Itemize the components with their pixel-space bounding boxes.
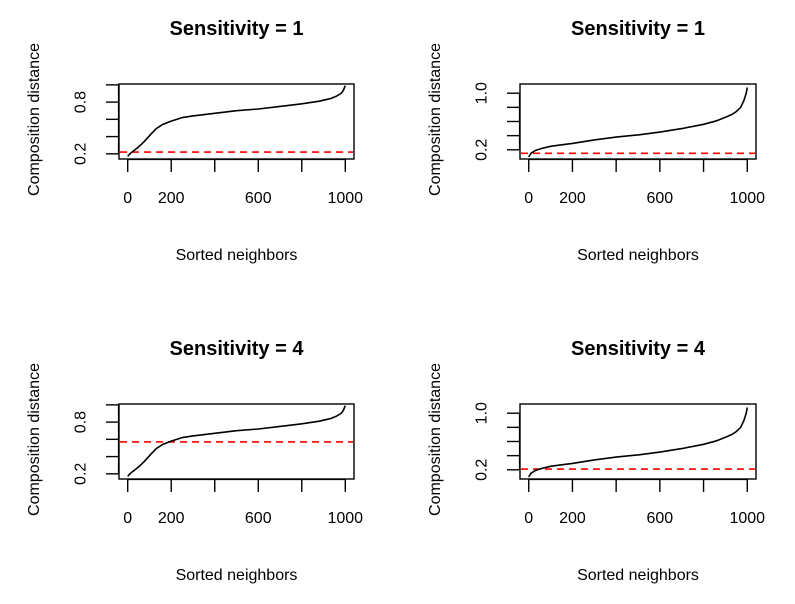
x-axis-label: Sorted neighbors [176,567,298,584]
y-tick-label: 1.0 [474,402,491,424]
y-tick-label: 0.2 [73,143,90,165]
series-line-composition-distance [127,85,347,157]
y-tick-label: 0.8 [73,411,90,433]
x-tick-label: 600 [647,190,674,207]
panel-bottom-left: Sensitivity = 4 Sorted neighbors Composi… [26,338,363,584]
panel-title: Sensitivity = 1 [571,18,705,40]
x-tick-label: 200 [158,190,185,207]
x-tick-label: 200 [158,510,185,527]
x-tick-label: 1000 [729,510,765,527]
series-line-composition-distance [127,405,347,477]
panel-top-right: Sensitivity = 1 Sorted neighbors Composi… [427,18,765,264]
series-line-composition-distance [528,87,749,158]
y-axis: 0.2 0.8 [73,404,120,485]
x-tick-label: 200 [559,190,586,207]
figure: Sensitivity = 1 Sorted neighbors Composi… [26,18,765,584]
y-axis: 0.2 1.0 [474,82,521,161]
x-tick-label: 600 [647,510,674,527]
x-tick-label: 1000 [327,190,363,207]
series-line-composition-distance [528,407,749,478]
x-tick-label: 1000 [327,510,363,527]
y-axis: 0.2 1.0 [474,402,521,481]
y-axis: 0.2 0.8 [73,84,120,165]
x-tick-label: 0 [123,510,132,527]
panel-title: Sensitivity = 4 [170,338,305,360]
y-axis-label: Composition distance [26,43,43,196]
y-axis-label: Composition distance [427,43,444,196]
plot-frame [519,83,757,160]
y-tick-label: 0.2 [73,463,90,485]
x-tick-label: 600 [245,510,272,527]
x-tick-label: 600 [245,190,272,207]
plot-frame [519,403,757,480]
panel-top-left: Sensitivity = 1 Sorted neighbors Composi… [26,18,363,264]
x-axis: 0 200 600 1000 [524,478,765,527]
y-tick-label: 1.0 [474,82,491,104]
y-tick-label: 0.2 [474,139,491,161]
y-axis-label: Composition distance [427,363,444,516]
x-tick-label: 0 [524,190,533,207]
panel-title: Sensitivity = 1 [170,18,304,40]
x-axis-label: Sorted neighbors [577,567,699,584]
x-tick-label: 200 [559,510,586,527]
plot-frame [118,83,355,160]
y-tick-label: 0.8 [73,91,90,113]
panel-title: Sensitivity = 4 [571,338,706,360]
x-tick-label: 0 [524,510,533,527]
y-tick-label: 0.2 [474,459,491,481]
x-axis: 0 200 600 1000 [123,158,363,207]
x-tick-label: 1000 [729,190,765,207]
y-axis-label: Composition distance [26,363,43,516]
x-axis-label: Sorted neighbors [176,247,298,264]
panel-bottom-right: Sensitivity = 4 Sorted neighbors Composi… [427,338,765,584]
x-axis-label: Sorted neighbors [577,247,699,264]
x-axis: 0 200 600 1000 [123,478,363,527]
x-tick-label: 0 [123,190,132,207]
x-axis: 0 200 600 1000 [524,158,765,207]
